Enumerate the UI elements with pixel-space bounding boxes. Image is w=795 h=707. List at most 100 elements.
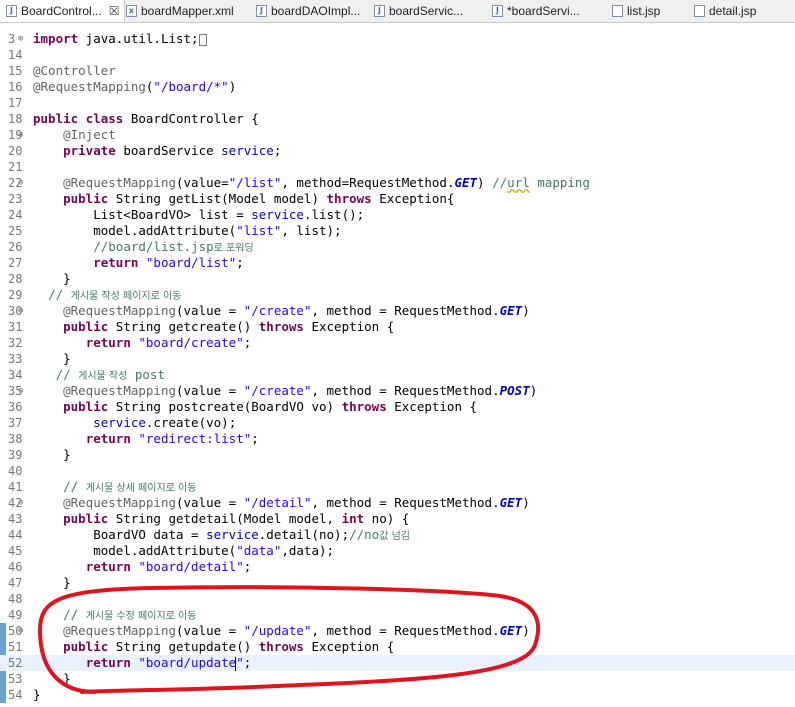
code-token: //board/list.jsp bbox=[93, 239, 214, 254]
code-editor[interactable]: 3 ⊕ import java.util.List; 14 15 @Controller 1… bbox=[0, 23, 795, 707]
code-token: "/detail" bbox=[243, 495, 312, 510]
line-number: 27 bbox=[8, 256, 23, 270]
code-line[interactable]: 46 return "board/detail"; bbox=[0, 559, 795, 575]
code-line[interactable]: 50 ⊖ @RequestMapping(value = "/update", m… bbox=[0, 623, 795, 639]
collapse-fold-icon[interactable]: ⊖ bbox=[18, 383, 23, 399]
tab-2[interactable]: JboardDAOImpl... bbox=[250, 0, 370, 22]
code-line[interactable]: 40 bbox=[0, 463, 795, 479]
code-token: ) bbox=[529, 383, 538, 398]
code-token: // bbox=[63, 479, 86, 494]
code-line[interactable]: 36 public String postcreate(BoardVO vo) … bbox=[0, 399, 795, 415]
tab-1[interactable]: x boardMapper.xml bbox=[120, 0, 252, 22]
collapse-fold-icon[interactable]: ⊖ bbox=[18, 495, 23, 511]
code-token: public bbox=[63, 399, 109, 414]
java-file-icon: J bbox=[374, 5, 385, 17]
code-line[interactable]: 54} bbox=[0, 687, 795, 703]
line-code: } bbox=[33, 671, 71, 687]
tab-label: BoardControl... bbox=[21, 4, 102, 18]
xml-file-icon: x bbox=[126, 5, 137, 17]
code-line[interactable]: 42 ⊖ @RequestMapping(value = "/detail", m… bbox=[0, 495, 795, 511]
code-line[interactable]: 35 ⊖ @RequestMapping(value = "/create", m… bbox=[0, 383, 795, 399]
tab-label: list.jsp bbox=[627, 4, 661, 18]
code-token: no) { bbox=[364, 511, 410, 526]
code-line[interactable]: 51 public String getupdate() throws Exce… bbox=[0, 639, 795, 655]
code-token: ,data); bbox=[281, 543, 335, 558]
tab-5[interactable]: list.jsp bbox=[606, 0, 690, 22]
collapse-fold-icon[interactable]: ⊖ bbox=[18, 175, 23, 191]
code-line[interactable]: 41 // 게시물 상세 페이지로 이동 bbox=[0, 479, 795, 495]
code-token: ) bbox=[228, 79, 237, 94]
code-token: ) bbox=[522, 623, 530, 638]
code-line[interactable]: 19 ⊖ @Inject bbox=[0, 127, 795, 143]
code-token: } bbox=[33, 271, 71, 286]
code-line[interactable]: 34 // 게시물 작성 post bbox=[0, 367, 795, 383]
tab-6[interactable]: detail.jsp bbox=[688, 0, 794, 22]
tab-3[interactable]: JboardServic... bbox=[368, 0, 488, 22]
code-line[interactable]: 45 model.addAttribute("data",data); bbox=[0, 543, 795, 559]
code-token: String getdetail(Model model, bbox=[108, 511, 342, 526]
code-line[interactable]: 21 bbox=[0, 159, 795, 175]
code-line[interactable]: 26 //board/list.jsp로 포워딩 bbox=[0, 239, 795, 255]
collapse-fold-icon[interactable]: ⊖ bbox=[18, 303, 23, 319]
code-line[interactable]: 49 // 게시물 수정 페이지로 이동 bbox=[0, 607, 795, 623]
code-line[interactable]: 29 // 게시물 작성 페이지로 이동 bbox=[0, 287, 795, 303]
folded-imports-marker[interactable] bbox=[198, 33, 207, 46]
code-line[interactable]: 27 return "board/list"; bbox=[0, 255, 795, 271]
code-line[interactable]: 43 public String getdetail(Model model, … bbox=[0, 511, 795, 527]
code-line[interactable]: 33 } bbox=[0, 351, 795, 367]
code-line[interactable]: 25 model.addAttribute("list", list); bbox=[0, 223, 795, 239]
code-line[interactable]: 47 } bbox=[0, 575, 795, 591]
expand-fold-icon[interactable]: ⊕ bbox=[18, 31, 23, 47]
code-token: ) bbox=[522, 495, 530, 510]
line-code: } bbox=[33, 447, 71, 463]
code-token: BoardController { bbox=[123, 111, 259, 126]
code-line[interactable]: 53 } bbox=[0, 671, 795, 687]
code-line[interactable]: 52 return "board/update"; bbox=[0, 655, 795, 671]
line-number: 47 bbox=[8, 576, 23, 590]
code-line[interactable]: 24 List<BoardVO> list = service.list(); bbox=[0, 207, 795, 223]
code-token: , method = RequestMethod. bbox=[311, 383, 500, 398]
code-token: 게시물 작성 페이지로 이동 bbox=[70, 291, 182, 302]
code-line[interactable]: 17 bbox=[0, 95, 795, 111]
code-line[interactable]: 15 @Controller bbox=[0, 63, 795, 79]
code-line[interactable]: 48 bbox=[0, 591, 795, 607]
collapse-fold-icon[interactable]: ⊖ bbox=[18, 623, 23, 639]
line-code: @Controller bbox=[33, 63, 116, 79]
line-number: 39 bbox=[8, 448, 23, 462]
code-line[interactable]: 22 ⊖ @RequestMapping(value="/list", metho… bbox=[0, 175, 795, 191]
code-line[interactable]: 30 ⊖ @RequestMapping(value = "/create", m… bbox=[0, 303, 795, 319]
code-line[interactable]: 18 public class BoardController { bbox=[0, 111, 795, 127]
tab-0[interactable]: J BoardControl... ☒ bbox=[0, 0, 125, 22]
code-token: service bbox=[206, 527, 259, 542]
code-line[interactable]: 31 public String getcreate() throws Exce… bbox=[0, 319, 795, 335]
line-code: } bbox=[33, 351, 71, 367]
line-number: 38 bbox=[8, 432, 23, 446]
code-line[interactable]: 39 } bbox=[0, 447, 795, 463]
code-line[interactable]: 38 return "redirect:list"; bbox=[0, 431, 795, 447]
tab-4[interactable]: J *boardServi... bbox=[486, 0, 608, 22]
code-line[interactable]: 44 BoardVO data = service.detail(no);//n… bbox=[0, 527, 795, 543]
code-token: "redirect:list" bbox=[138, 431, 252, 446]
code-line[interactable]: 23 public String getList(Model model) th… bbox=[0, 191, 795, 207]
code-line[interactable]: 16 @RequestMapping("/board/*") bbox=[0, 79, 795, 95]
line-code: @RequestMapping("/board/*") bbox=[33, 79, 236, 95]
close-tab-icon[interactable]: ☒ bbox=[109, 4, 120, 18]
code-line[interactable]: 20 private boardService service; bbox=[0, 143, 795, 159]
code-token: throws bbox=[258, 319, 304, 334]
code-line[interactable]: 28 } bbox=[0, 271, 795, 287]
code-token: @RequestMapping bbox=[63, 175, 176, 190]
code-line[interactable]: 37 service.create(vo); bbox=[0, 415, 795, 431]
collapse-fold-icon[interactable]: ⊖ bbox=[18, 127, 23, 143]
code-line[interactable]: 14 bbox=[0, 47, 795, 63]
code-line[interactable]: 32 return "board/create"; bbox=[0, 335, 795, 351]
code-line[interactable]: 3 ⊕ import java.util.List; bbox=[0, 31, 795, 47]
